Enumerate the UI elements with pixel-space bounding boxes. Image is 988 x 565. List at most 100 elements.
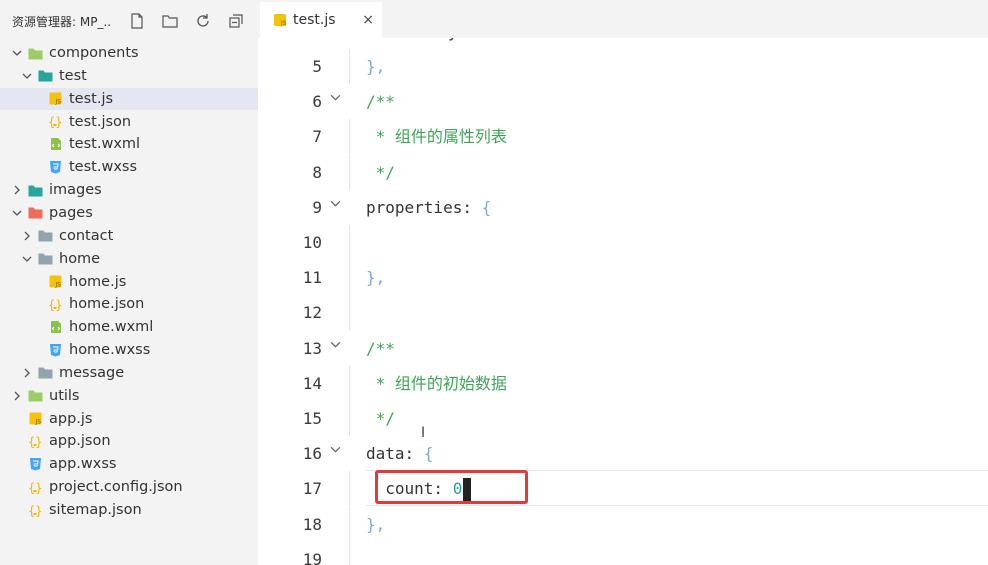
line-number: 14	[302, 373, 322, 393]
tree-item-label: app.wxss	[49, 456, 117, 473]
code-line-16[interactable]: 16 data: {	[258, 436, 988, 471]
tree-item-app-json[interactable]: {} app.json	[0, 430, 258, 452]
tree-item-test[interactable]: test	[0, 65, 258, 87]
code-line-11[interactable]: 11},	[258, 260, 988, 296]
tree-item-label: home.wxml	[69, 319, 154, 336]
code-text: /**	[366, 84, 395, 119]
tree-item-pages[interactable]: pages	[0, 202, 258, 224]
fold-chevron-icon[interactable]	[330, 331, 341, 361]
js-file-icon: JS	[272, 13, 287, 28]
code-text: * 组件的初始数据	[366, 366, 507, 401]
code-line-9[interactable]: 9 properties: {	[258, 190, 988, 225]
line-number: 9	[312, 197, 322, 217]
tree-item-project-config-json[interactable]: {} project.config.json	[0, 476, 258, 498]
chevron-right-icon[interactable]	[20, 366, 34, 380]
token-brace: {	[481, 197, 492, 217]
tab-label: test.js	[293, 12, 336, 28]
tree-item-label: app.js	[49, 410, 93, 427]
line-number: 11	[302, 268, 322, 288]
code-text: */	[366, 401, 395, 436]
tree-item-label: components	[49, 45, 139, 61]
line-number: 7	[312, 127, 322, 147]
token-comment-cn: 组件的初始数据	[394, 373, 507, 393]
code-line-18[interactable]: 18},	[258, 506, 988, 542]
tree-item-test-js[interactable]: JS test.js	[0, 87, 258, 110]
tree-item-utils[interactable]: utils	[0, 385, 258, 407]
chevron-right-icon[interactable]	[10, 183, 24, 197]
chevron-right-icon[interactable]	[10, 389, 24, 403]
chevron-down-icon[interactable]	[10, 46, 24, 60]
tree-item-home-json[interactable]: {} home.json	[0, 293, 258, 315]
svg-text:JS: JS	[280, 20, 287, 27]
tree-item-home-wxss[interactable]: home.wxss	[0, 339, 258, 361]
tree-item-contact[interactable]: contact	[0, 225, 258, 247]
chevron-down-icon[interactable]	[10, 206, 24, 220]
code-line-10[interactable]: 10	[258, 225, 988, 260]
svg-text:{}: {}	[28, 481, 42, 494]
js-file-icon: JS	[48, 274, 63, 289]
tree-item-label: test.json	[69, 113, 132, 130]
tree-item-home[interactable]: home	[0, 248, 258, 270]
chevron-down-icon[interactable]	[20, 69, 34, 83]
line-number: 19	[302, 549, 322, 565]
tree-item-images[interactable]: images	[0, 179, 258, 201]
tree-item-test-wxml[interactable]: test.wxml	[0, 133, 258, 155]
pages-folder-icon	[28, 205, 43, 220]
json-file-icon: {}	[28, 503, 43, 518]
fold-chevron-icon[interactable]	[330, 436, 341, 466]
js-file-icon: JS	[48, 91, 63, 106]
code-line-7[interactable]: 7 * 组件的属性列表	[258, 119, 988, 155]
code-line-12[interactable]: 12	[258, 295, 988, 331]
tree-item-test-json[interactable]: {} test.json	[0, 111, 258, 133]
tree-item-test-wxss[interactable]: test.wxss	[0, 156, 258, 178]
wxss-file-icon	[28, 457, 43, 472]
collapse-all-icon[interactable]	[228, 13, 244, 29]
chevron-right-icon[interactable]	[20, 229, 34, 243]
code-line-14[interactable]: 14 * 组件的初始数据	[258, 365, 988, 401]
tab-test-js[interactable]: JS test.js ×	[260, 2, 382, 38]
folder-icon	[38, 228, 53, 243]
tree-item-label: home	[59, 250, 101, 267]
indent-guide	[349, 506, 350, 542]
code-line-15[interactable]: 15 */	[258, 401, 988, 436]
refresh-icon[interactable]	[195, 13, 211, 29]
tree-item-home-js[interactable]: JS home.js	[0, 271, 258, 293]
code-line-19[interactable]: 19	[258, 541, 988, 565]
code-text: * 组件的属性列表	[366, 119, 507, 154]
tree-item-home-wxml[interactable]: home.wxml	[0, 316, 258, 338]
code-line-6[interactable]: 6 /**	[258, 84, 988, 119]
tree-item-app-js[interactable]: JS app.js	[0, 408, 258, 430]
tree-item-components[interactable]: components	[0, 42, 258, 64]
tree-item-label: app.json	[49, 433, 111, 450]
line-number: 18	[302, 514, 322, 534]
fold-chevron-icon[interactable]	[330, 84, 341, 114]
indent-guide	[349, 401, 350, 436]
code-editor[interactable]: y 5},6/**7 * 组件的属性列表8 */9properties: {10…	[258, 38, 988, 565]
token-comment-cn: 组件的属性列表	[394, 127, 507, 147]
tree-item-sitemap-json[interactable]: {} sitemap.json	[0, 499, 258, 521]
json-file-icon: {}	[28, 434, 43, 449]
tree-item-message[interactable]: message	[0, 362, 258, 384]
fold-chevron-icon[interactable]	[330, 190, 341, 220]
svg-text:{}: {}	[28, 504, 42, 517]
tree-item-label: home.wxss	[69, 342, 151, 359]
new-folder-icon[interactable]	[162, 13, 178, 29]
token-brace: {	[423, 444, 434, 464]
code-line-8[interactable]: 8 */	[258, 154, 988, 190]
token-brace: },	[366, 57, 386, 76]
chevron-down-icon[interactable]	[20, 252, 34, 266]
code-line-13[interactable]: 13 /**	[258, 331, 988, 366]
explorer-header: 资源管理器: MP_...	[0, 0, 258, 42]
indent-guide	[349, 49, 350, 84]
tree-item-app-wxss[interactable]: app.wxss	[0, 453, 258, 475]
svg-text:{}: {}	[28, 435, 42, 448]
new-file-icon[interactable]	[129, 13, 145, 29]
wxss-file-icon	[48, 343, 63, 358]
close-icon[interactable]: ×	[362, 12, 374, 28]
tree-item-label: project.config.json	[49, 479, 183, 496]
code-line-5[interactable]: 5},	[258, 49, 988, 84]
tree-item-label: home.js	[69, 273, 127, 290]
